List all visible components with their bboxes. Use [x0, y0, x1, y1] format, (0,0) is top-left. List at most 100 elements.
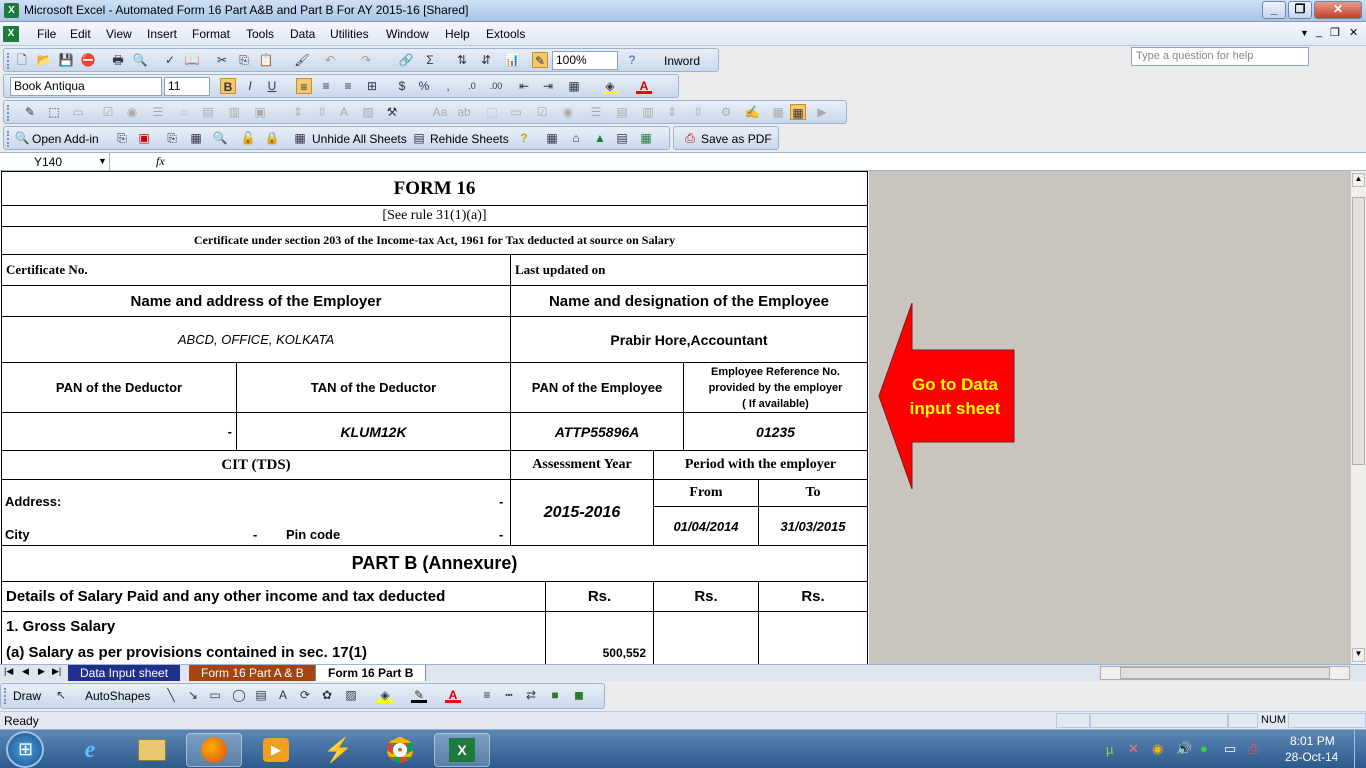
toolbar-grip[interactable]	[4, 688, 7, 704]
label-icon[interactable]: ✎	[22, 104, 38, 120]
prev-sheet-icon[interactable]: ◀	[22, 666, 29, 677]
start-button[interactable]: ⊞	[6, 731, 44, 768]
clipart-icon[interactable]: ✿	[319, 687, 335, 703]
volume-icon[interactable]: 🔊	[1176, 741, 1192, 757]
arrow-style-icon[interactable]: ⇄	[523, 687, 539, 703]
open-addin-button[interactable]: Open Add-in	[32, 132, 99, 146]
help-bulb-icon[interactable]: ?	[516, 130, 532, 146]
show-desktop-button[interactable]	[1354, 730, 1366, 768]
chart-wizard-icon[interactable]: 📊	[504, 52, 520, 68]
toolbar-grip[interactable]	[7, 53, 10, 69]
menu-view[interactable]: View	[106, 27, 132, 41]
name-box[interactable]: Y140	[0, 153, 110, 171]
format-painter-icon[interactable]: 🖌	[294, 52, 310, 68]
merge-center-icon[interactable]: ⊞	[364, 78, 380, 94]
new-icon[interactable]: 🗋	[14, 52, 30, 68]
check-control-icon[interactable]: ☑	[534, 104, 550, 120]
help-icon[interactable]: ?	[624, 52, 640, 68]
callout-text[interactable]: Go to Data input sheet	[895, 373, 1015, 421]
clock-date[interactable]: 28-Oct-14	[1285, 750, 1338, 764]
sort-descending-icon[interactable]: ⇵	[478, 52, 494, 68]
toolbar-grip[interactable]	[7, 131, 10, 147]
drawing-icon[interactable]: ✎	[532, 52, 548, 68]
spinner-icon[interactable]: ⇳	[314, 104, 330, 120]
name-box-dropdown-icon[interactable]: ▼	[98, 156, 107, 166]
minimize-button[interactable]: _	[1262, 1, 1286, 19]
menu-edit[interactable]: Edit	[70, 27, 91, 41]
combo-control-icon[interactable]: ▤	[614, 104, 630, 120]
list-box-icon[interactable]: ☰	[150, 104, 166, 120]
tab-form16-part-ab[interactable]: Form 16 Part A & B	[189, 665, 316, 681]
close-button[interactable]: ✕	[1314, 1, 1362, 19]
comma-icon[interactable]: ,	[440, 78, 456, 94]
vertical-scrollbar[interactable]: ▲ ▼	[1350, 171, 1366, 664]
shadow-icon[interactable]: ■	[547, 687, 563, 703]
rehide-sheets-button[interactable]: Rehide Sheets	[430, 132, 509, 146]
print-icon[interactable]: 🖶	[110, 52, 126, 68]
draw-menu-button[interactable]: Draw	[13, 689, 41, 703]
dash-style-icon[interactable]: ┅	[501, 687, 517, 703]
align-left-icon[interactable]: ≡	[296, 78, 312, 94]
menu-extools[interactable]: Extools	[486, 27, 525, 41]
option-control-icon[interactable]: ◉	[560, 104, 576, 120]
autoshapes-button[interactable]: AutoShapes	[85, 689, 150, 703]
winamp-icon[interactable]: ⚡	[310, 733, 366, 767]
toolbar-grip[interactable]	[7, 105, 10, 121]
run-dialog-icon[interactable]: ▶	[814, 104, 830, 120]
textbox-icon[interactable]: ▤	[253, 687, 269, 703]
increase-decimal-icon[interactable]: .0	[464, 78, 480, 94]
rectangle-icon[interactable]: ▭	[207, 687, 223, 703]
firefox-icon[interactable]	[186, 733, 242, 767]
copy-icon[interactable]: ⎘	[236, 52, 252, 68]
unlock-icon[interactable]: 🔓	[240, 130, 256, 146]
help-search-input[interactable]: Type a question for help	[1131, 47, 1309, 66]
display-icon[interactable]: ▭	[1224, 741, 1236, 757]
draw-fill-color-icon[interactable]: ◈	[377, 687, 393, 703]
spin-control-icon[interactable]: ⇳	[690, 104, 706, 120]
list-control-icon[interactable]: ☰	[588, 104, 604, 120]
chrome-tray-icon[interactable]: ◉	[1152, 741, 1163, 757]
help-dropdown-icon[interactable]: ▼	[1300, 28, 1309, 38]
scroll-control-icon[interactable]: ⇕	[664, 104, 680, 120]
percent-icon[interactable]: %	[416, 78, 432, 94]
frame-icon[interactable]: ⬚	[484, 104, 500, 120]
unhide-sheets-button[interactable]: Unhide All Sheets	[312, 132, 407, 146]
menu-tools[interactable]: Tools	[246, 27, 274, 41]
text-icon[interactable]: A	[336, 104, 352, 120]
toggle-grid-icon[interactable]: ▦	[790, 104, 806, 120]
menu-file[interactable]: File	[37, 27, 56, 41]
menu-insert[interactable]: Insert	[147, 27, 177, 41]
menu-window[interactable]: Window	[386, 27, 429, 41]
network-icon[interactable]: ●	[1200, 741, 1208, 756]
research-icon[interactable]: 📖	[184, 52, 200, 68]
unhide-sheets-icon[interactable]: ▦	[292, 130, 308, 146]
excel-icon[interactable]: X	[4, 3, 19, 18]
diagram-icon[interactable]: ⟳	[297, 687, 313, 703]
scroll-bar-icon[interactable]: ⇕	[290, 104, 306, 120]
button-control-icon[interactable]: ▭	[70, 104, 86, 120]
undo-icon[interactable]: ↶	[322, 52, 338, 68]
zoom-select[interactable]: 100%	[552, 51, 618, 70]
rehide-sheets-icon[interactable]: ▤	[411, 130, 427, 146]
menu-help[interactable]: Help	[445, 27, 470, 41]
lock-icon[interactable]: 🔒	[264, 130, 280, 146]
cut-icon[interactable]: ✂	[214, 52, 230, 68]
command-icon[interactable]: ▭	[508, 104, 524, 120]
paste-icon[interactable]: 📋	[258, 52, 274, 68]
align-center-icon[interactable]: ≡	[318, 78, 334, 94]
grid-table-icon[interactable]: ▦	[544, 130, 560, 146]
underline-icon[interactable]: U	[264, 78, 280, 94]
horizontal-scroll-thumb[interactable]	[1120, 667, 1330, 679]
line-style-icon[interactable]: ≡	[479, 687, 495, 703]
upload-icon[interactable]: ▲	[592, 130, 608, 146]
pdf-tray-icon[interactable]: ⎙	[1248, 741, 1258, 757]
font-size-select[interactable]: 11	[164, 77, 210, 96]
borders-icon[interactable]: ▦	[566, 78, 582, 94]
tray-flag-icon[interactable]: ✕	[1128, 741, 1139, 757]
edit-text-icon[interactable]: Aa	[432, 104, 448, 120]
radio-icon[interactable]: ○	[176, 104, 192, 120]
oval-icon[interactable]: ◯	[231, 687, 247, 703]
decrease-indent-icon[interactable]: ⇤	[516, 78, 532, 94]
dropdown-control-icon[interactable]: ▥	[640, 104, 656, 120]
align-right-icon[interactable]: ≡	[340, 78, 356, 94]
